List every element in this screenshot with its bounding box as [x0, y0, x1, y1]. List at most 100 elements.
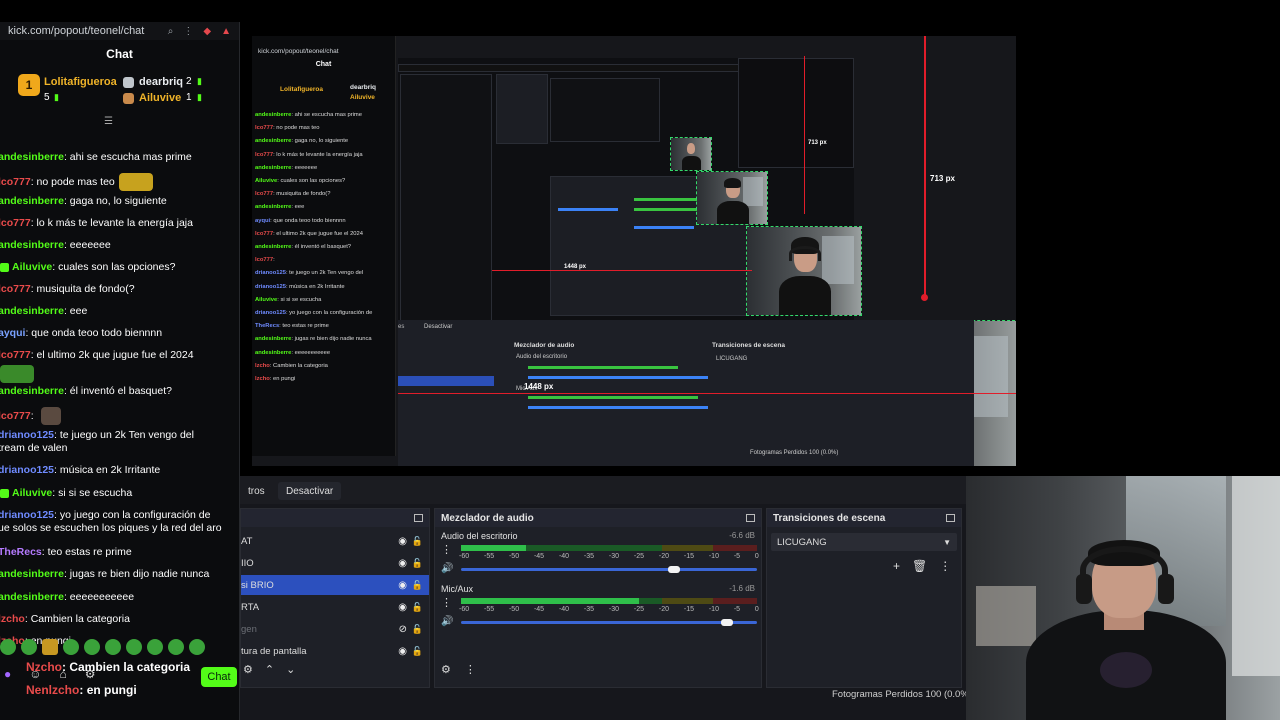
capture-audio1: Audio del escritorio [516, 354, 568, 360]
popout-icon[interactable] [946, 514, 955, 522]
chat-username[interactable]: lco777 [0, 283, 31, 295]
leader-second-name[interactable]: dearbriq [139, 76, 183, 88]
lock-icon[interactable]: 🔓 [412, 580, 423, 591]
source-item[interactable]: RTA ◉ 🔓 [241, 597, 429, 617]
move-down-icon[interactable]: ⌄ [286, 663, 295, 676]
mixer-header: Mezclador de audio [435, 509, 761, 527]
deactivate-button[interactable]: Desactivar [278, 482, 342, 500]
chat-username[interactable]: andesinberre [0, 568, 64, 580]
measure-width-label: 1448 px [524, 382, 554, 391]
eye-hidden-icon[interactable]: ⊘ [399, 624, 407, 635]
extension-icon[interactable]: ◆ [203, 26, 211, 37]
transitions-dock: Transiciones de escena LICUGANG ▼ + 🗑 ⋮ [766, 508, 962, 688]
emote-quick-row[interactable] [0, 639, 205, 657]
chat-username[interactable]: lco777 [0, 176, 31, 188]
chat-text: teo estas re prime [47, 546, 132, 558]
leader-third-name[interactable]: Ailuvive [139, 92, 181, 104]
volume-knob[interactable] [721, 619, 734, 626]
rank-three-badge [123, 93, 134, 104]
meter [558, 208, 618, 211]
volume-slider[interactable] [461, 621, 757, 624]
popout-icon[interactable] [746, 514, 755, 522]
kebab-icon[interactable]: ⋮ [441, 596, 452, 609]
lock-icon[interactable]: 🔓 [412, 558, 423, 569]
chat-username[interactable]: andesinberre [0, 151, 64, 163]
transition-select[interactable]: LICUGANG ▼ [771, 533, 957, 551]
more-icon[interactable]: ⋮ [183, 26, 193, 37]
chat-username[interactable]: andesinberre [0, 239, 64, 251]
capture-chat-message: andesinberre: gaga no, lo siguiente [255, 138, 349, 145]
pinned-user[interactable]: Nenlzcho [26, 683, 79, 697]
source-item[interactable]: gen ⊘ 🔓 [241, 619, 429, 639]
lock-icon[interactable]: 🔓 [412, 624, 423, 635]
tick-label: -60 [459, 553, 470, 560]
chat-username[interactable]: drianoo125 [0, 509, 54, 521]
chat-username[interactable]: drianoo125 [0, 464, 54, 476]
capture-chat-message: andesinberre: él inventó el basquet? [255, 244, 352, 250]
capture-code [550, 78, 660, 142]
microphone-icon[interactable]: ● [4, 667, 11, 681]
chat-username[interactable]: lzcho [0, 613, 25, 625]
chat-send-button[interactable]: Chat [201, 667, 237, 687]
lock-icon[interactable]: 🔓 [412, 646, 423, 657]
warning-icon[interactable]: ▲ [221, 26, 231, 37]
zoom-icon[interactable]: ⌕ [168, 26, 174, 37]
source-item[interactable]: si BRIO ◉ 🔓 [241, 575, 429, 595]
gear-icon[interactable]: ⚙ [441, 663, 451, 676]
collapse-icon[interactable]: ☰ [104, 116, 113, 127]
tick-label: -20 [658, 606, 669, 613]
lock-icon[interactable]: 🔓 [412, 602, 423, 613]
popout-icon[interactable] [414, 514, 423, 522]
url-bar: kick.com/popout/teonel/chat ⌕ ⋮ ◆ ▲ [0, 22, 239, 40]
source-item[interactable]: tura de pantalla ◉ 🔓 [241, 641, 429, 661]
capture-url: kick.com/popout/teonel/chat [258, 48, 339, 55]
chat-username[interactable]: ayqui [0, 327, 25, 339]
chat-username[interactable]: andesinberre [0, 591, 64, 603]
capture-chat-message: Ailuvive: si si se escucha [255, 296, 322, 303]
pinned-user[interactable]: Nzcho [26, 660, 62, 674]
chat-username[interactable]: Ailuvive [12, 261, 52, 273]
leaderboard: 1 Lolitafigueroa 5 ▮ dearbriq 2 ▮ Ailuvi… [0, 68, 239, 112]
chat-username[interactable]: lco777 [0, 217, 31, 229]
eye-icon[interactable]: ◉ [398, 558, 407, 569]
chat-text: él inventó el basquet? [69, 385, 172, 397]
kebab-icon[interactable]: ⋮ [939, 559, 951, 573]
chat-text: yo juego con la configuración de [59, 509, 211, 521]
chat-message: lzcho: Cambien la categoria [0, 613, 130, 625]
lock-icon[interactable]: 🔓 [412, 536, 423, 547]
add-icon[interactable]: + [893, 559, 900, 573]
leader-first-name[interactable]: Lolitafigueroa [44, 76, 117, 88]
kebab-icon[interactable]: ⋮ [441, 543, 452, 556]
trash-icon[interactable]: 🗑 [912, 559, 927, 573]
chat-username[interactable]: andesinberre [0, 305, 64, 317]
eye-icon[interactable]: ◉ [398, 536, 407, 547]
chat-username[interactable]: drianoo125 [0, 429, 54, 441]
capture-transitions-title: Transiciones de escena [712, 342, 785, 349]
filters-button[interactable]: tros [240, 482, 273, 500]
chat-username[interactable]: lco777 [0, 410, 31, 422]
chat-username[interactable]: lco777 [0, 349, 31, 361]
volume-slider[interactable] [461, 568, 757, 571]
gem-icon: ▮ [197, 76, 202, 86]
subscriber-badge-icon [0, 262, 9, 272]
meter [634, 208, 704, 211]
kebab-icon[interactable]: ⋮ [465, 663, 476, 676]
volume-knob[interactable] [668, 566, 681, 573]
chat-username[interactable]: Ailuvive [12, 487, 52, 499]
source-item[interactable]: AT ◉ 🔓 [241, 531, 429, 551]
capture-chat-mini2 [496, 74, 548, 144]
source-label: AT [241, 535, 253, 547]
eye-icon[interactable]: ◉ [398, 580, 407, 591]
move-up-icon[interactable]: ⌃ [265, 663, 274, 676]
eye-icon[interactable]: ◉ [398, 646, 407, 657]
source-item[interactable]: IIO ◉ 🔓 [241, 553, 429, 573]
gear-icon[interactable]: ⚙ [243, 663, 253, 676]
eye-icon[interactable]: ◉ [398, 602, 407, 613]
chat-username[interactable]: andesinberre [0, 195, 64, 207]
mixer-channel-db: -6.6 dB [729, 531, 755, 540]
speaker-icon[interactable]: 🔊 [441, 563, 453, 574]
chat-text: te juego un 2k Ten vengo del [59, 429, 194, 441]
chat-username[interactable]: TheRecs [0, 546, 42, 558]
chat-username[interactable]: andesinberre [0, 385, 64, 397]
speaker-icon[interactable]: 🔊 [441, 616, 453, 627]
